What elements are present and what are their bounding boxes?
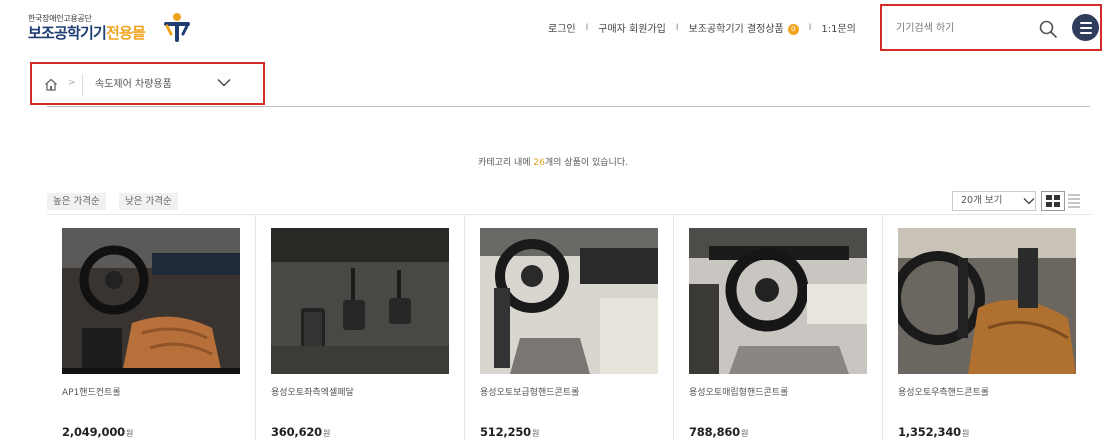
breadcrumb-divider — [47, 106, 1090, 107]
nav-separator: I — [808, 22, 812, 33]
product-card[interactable]: 용성오토매립형핸드콘트롤 788,860원 — [674, 214, 883, 440]
count-suffix: 개의 상품이 있습니다. — [544, 158, 628, 168]
hamburger-line — [1079, 26, 1092, 29]
product-card[interactable]: AP1핸드컨트롤 2,049,000원 — [47, 214, 256, 440]
product-name[interactable]: 용성오토좌측엑셀페달 — [271, 385, 354, 398]
logo-subtitle: 한국장애인고용공단 — [28, 14, 92, 23]
product-price: 1,352,340원 — [898, 425, 969, 439]
product-price: 2,049,000원 — [62, 425, 133, 439]
hamburger-line — [1079, 31, 1092, 34]
product-image[interactable] — [62, 228, 240, 374]
hamburger-menu-button[interactable] — [1072, 14, 1099, 41]
logo-title-main: 보조공학기기 — [28, 24, 107, 42]
decided-products-label: 보조공학기기 결정상품 — [688, 24, 784, 35]
top-navigation: 로그인 I 구매자 회원가입 I 보조공학기기 결정상품 0 I 1:1문의 — [548, 20, 856, 36]
breadcrumb-arrow: > — [68, 78, 76, 88]
chevron-down-icon[interactable] — [1023, 197, 1035, 205]
logo-mark-icon — [164, 13, 190, 42]
price-currency: 원 — [125, 429, 134, 438]
product-name[interactable]: 용성오토우측핸드콘트롤 — [898, 385, 989, 398]
product-price: 788,860원 — [689, 425, 748, 439]
price-value: 2,049,000 — [62, 425, 125, 439]
product-image[interactable] — [898, 228, 1076, 374]
product-name[interactable]: 용성오토보급형핸드콘트롤 — [480, 385, 579, 398]
list-view-icon[interactable] — [1068, 193, 1086, 209]
home-icon[interactable] — [44, 78, 58, 91]
hamburger-line — [1079, 21, 1092, 24]
price-currency: 원 — [740, 429, 749, 438]
product-name[interactable]: AP1핸드컨트롤 — [62, 385, 121, 398]
product-image[interactable] — [271, 228, 449, 374]
decided-products-link[interactable]: 보조공학기기 결정상품 0 — [689, 20, 799, 35]
grid-cell — [1054, 195, 1060, 200]
decided-count-badge: 0 — [787, 23, 799, 35]
grid-view-icon[interactable] — [1041, 191, 1065, 211]
breadcrumb: > 속도제어 차량용품 — [30, 62, 265, 105]
list-line — [1068, 202, 1080, 204]
chevron-down-icon[interactable] — [217, 78, 231, 87]
product-card[interactable]: 용성오토우측핸드콘트롤 1,352,340원 — [883, 214, 1092, 440]
logo-title: 보조공학기기전용몰 — [28, 24, 146, 42]
price-currency: 원 — [531, 429, 540, 438]
list-line — [1068, 198, 1080, 200]
signup-link[interactable]: 구매자 회원가입 — [598, 20, 666, 35]
nav-separator: I — [585, 22, 589, 33]
search-icon[interactable] — [1038, 19, 1058, 39]
price-value: 512,250 — [480, 425, 531, 439]
price-value: 1,352,340 — [898, 425, 961, 439]
search-area — [880, 4, 1102, 51]
list-line — [1068, 194, 1080, 196]
nav-separator: I — [675, 22, 679, 33]
sort-low-price-button[interactable]: 낮은 가격순 — [119, 193, 178, 210]
grid-cell — [1054, 202, 1060, 207]
inquiry-link[interactable]: 1:1문의 — [821, 20, 856, 35]
list-line — [1068, 206, 1080, 208]
price-value: 788,860 — [689, 425, 740, 439]
product-name[interactable]: 용성오토매립형핸드콘트롤 — [689, 385, 788, 398]
product-count-text: 카테고리 내에 26개의 상품이 있습니다. — [0, 155, 1106, 168]
price-value: 360,620 — [271, 425, 322, 439]
price-currency: 원 — [961, 429, 970, 438]
search-input[interactable] — [896, 19, 1036, 37]
site-logo[interactable]: 한국장애인고용공단 보조공학기기전용몰 — [28, 14, 146, 42]
grid-cell — [1046, 195, 1052, 200]
login-link[interactable]: 로그인 — [548, 20, 576, 35]
product-count: 26 — [533, 158, 545, 168]
product-image[interactable] — [480, 228, 658, 374]
product-price: 360,620원 — [271, 425, 330, 439]
product-card[interactable]: 용성오토좌측엑셀페달 360,620원 — [256, 214, 465, 440]
grid-cell — [1046, 202, 1052, 207]
count-prefix: 카테고리 내에 — [478, 158, 534, 168]
price-currency: 원 — [322, 429, 331, 438]
product-card[interactable]: 용성오토보급형핸드콘트롤 512,250원 — [465, 214, 674, 440]
product-price: 512,250원 — [480, 425, 539, 439]
sort-high-price-button[interactable]: 높은 가격순 — [47, 193, 106, 210]
logo-title-accent: 전용몰 — [106, 24, 146, 42]
product-image[interactable] — [689, 228, 867, 374]
